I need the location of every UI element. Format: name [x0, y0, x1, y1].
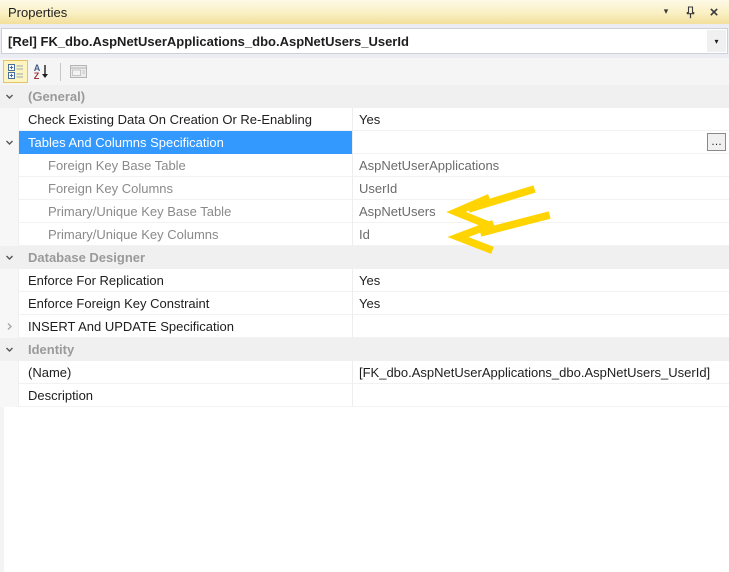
property-value[interactable]: UserId — [352, 177, 729, 200]
row-gutter — [0, 131, 19, 154]
property-value[interactable]: Id — [352, 223, 729, 246]
chevron-down-icon: ▾ — [664, 7, 669, 17]
property-label: Foreign Key Columns — [19, 177, 352, 200]
row-gutter — [0, 200, 19, 223]
categorized-icon — [8, 64, 24, 79]
pin-button[interactable] — [681, 3, 699, 21]
category-row[interactable]: Database Designer — [0, 246, 729, 269]
row-gutter — [0, 223, 19, 246]
properties-panel: Properties ▾ × [Rel] FK_dbo.AspNetUserAp… — [0, 0, 729, 572]
property-label: Enforce For Replication — [19, 269, 352, 292]
property-row[interactable]: Check Existing Data On Creation Or Re-En… — [0, 108, 729, 131]
chevron-down-icon: ▾ — [714, 37, 718, 46]
toolbar-separator — [60, 63, 61, 81]
property-value[interactable]: Yes — [352, 292, 729, 315]
property-value[interactable]: AspNetUsers — [352, 200, 729, 223]
property-row[interactable]: Primary/Unique Key ColumnsId — [0, 223, 729, 246]
left-edge-strip — [0, 407, 4, 572]
property-label: Description — [19, 384, 352, 407]
property-row[interactable]: (Name)[FK_dbo.AspNetUserApplications_dbo… — [0, 361, 729, 384]
grid-empty-area — [0, 407, 729, 572]
property-label: Foreign Key Base Table — [19, 154, 352, 177]
category-label: Database Designer — [19, 246, 729, 269]
row-gutter — [0, 292, 19, 315]
category-label: (General) — [19, 85, 729, 108]
categorized-button[interactable] — [3, 60, 28, 83]
row-gutter — [0, 154, 19, 177]
object-selector-combobox[interactable]: [Rel] FK_dbo.AspNetUserApplications_dbo.… — [1, 28, 728, 54]
chevron-down-icon[interactable] — [5, 345, 14, 354]
property-label: Enforce Foreign Key Constraint — [19, 292, 352, 315]
property-row[interactable]: Primary/Unique Key Base TableAspNetUsers — [0, 200, 729, 223]
property-value[interactable]: AspNetUserApplications — [352, 154, 729, 177]
alphabetical-sort-icon: AZ — [34, 64, 50, 80]
row-gutter — [0, 108, 19, 131]
property-row[interactable]: Tables And Columns Specification … — [0, 131, 729, 154]
property-row[interactable]: Foreign Key ColumnsUserId — [0, 177, 729, 200]
close-button[interactable]: × — [705, 3, 723, 21]
row-gutter — [0, 315, 19, 338]
panel-titlebar: Properties ▾ × — [0, 0, 729, 24]
row-gutter — [0, 85, 19, 108]
property-value[interactable]: … — [352, 131, 729, 154]
combobox-dropdown-button[interactable]: ▾ — [707, 30, 726, 52]
category-label: Identity — [19, 338, 729, 361]
chevron-down-icon[interactable] — [5, 138, 14, 147]
property-label: Tables And Columns Specification — [19, 131, 352, 154]
row-gutter — [0, 269, 19, 292]
property-label: Check Existing Data On Creation Or Re-En… — [19, 108, 352, 131]
close-icon: × — [710, 5, 719, 20]
property-label: INSERT And UPDATE Specification — [19, 315, 352, 338]
property-pages-button[interactable] — [66, 60, 91, 83]
property-row[interactable]: Description — [0, 384, 729, 407]
property-value[interactable]: Yes — [352, 108, 729, 131]
property-pages-icon — [70, 65, 87, 78]
chevron-right-icon[interactable] — [5, 322, 14, 331]
property-value[interactable] — [352, 315, 729, 338]
pin-icon — [685, 6, 696, 19]
property-label: Primary/Unique Key Base Table — [19, 200, 352, 223]
row-gutter — [0, 338, 19, 361]
ellipsis-button[interactable]: … — [707, 133, 726, 151]
property-label: (Name) — [19, 361, 352, 384]
property-row[interactable]: INSERT And UPDATE Specification — [0, 315, 729, 338]
row-gutter — [0, 177, 19, 200]
down-arrow-icon — [41, 64, 49, 79]
alphabetical-sort-button[interactable]: AZ — [29, 60, 54, 83]
category-row[interactable]: (General) — [0, 85, 729, 108]
row-gutter — [0, 384, 19, 407]
property-row[interactable]: Enforce For ReplicationYes — [0, 269, 729, 292]
window-position-button[interactable]: ▾ — [657, 3, 675, 21]
selected-object-label: [Rel] FK_dbo.AspNetUserApplications_dbo.… — [2, 34, 706, 49]
properties-toolbar: AZ — [0, 58, 729, 85]
property-value[interactable] — [352, 384, 729, 407]
chevron-down-icon[interactable] — [5, 253, 14, 262]
category-row[interactable]: Identity — [0, 338, 729, 361]
property-label: Primary/Unique Key Columns — [19, 223, 352, 246]
property-row[interactable]: Enforce Foreign Key ConstraintYes — [0, 292, 729, 315]
selector-strip: [Rel] FK_dbo.AspNetUserApplications_dbo.… — [0, 24, 729, 58]
row-gutter — [0, 246, 19, 269]
property-value[interactable]: [FK_dbo.AspNetUserApplications_dbo.AspNe… — [352, 361, 729, 384]
row-gutter — [0, 361, 19, 384]
panel-title: Properties — [8, 5, 651, 20]
property-grid: (General)Check Existing Data On Creation… — [0, 85, 729, 407]
property-row[interactable]: Foreign Key Base TableAspNetUserApplicat… — [0, 154, 729, 177]
property-value[interactable]: Yes — [352, 269, 729, 292]
chevron-down-icon[interactable] — [5, 92, 14, 101]
